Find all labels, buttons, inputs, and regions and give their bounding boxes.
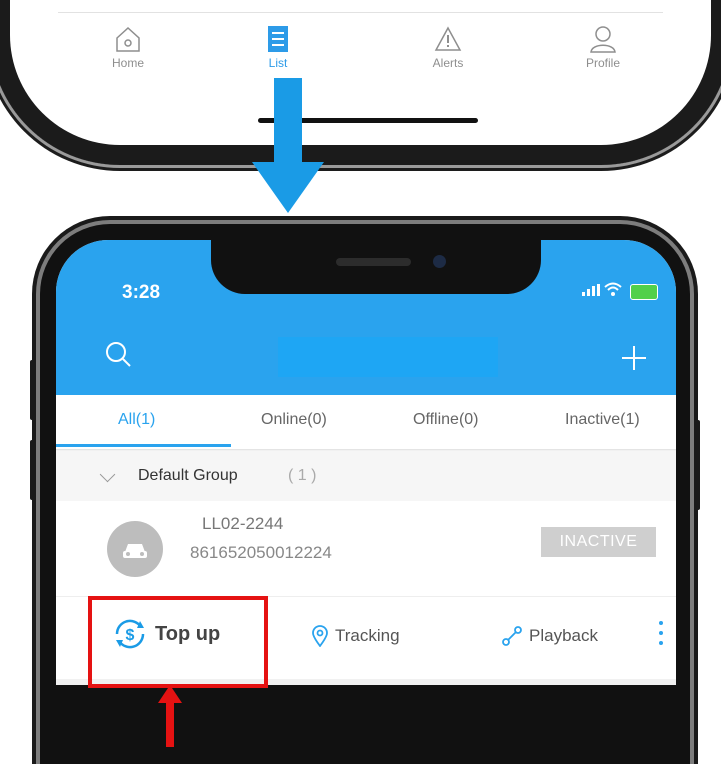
vehicle-plate: LL02-2244 <box>202 514 284 533</box>
tabbar-divider <box>58 12 663 13</box>
battery-icon <box>630 284 658 301</box>
status-time: 3:28 <box>122 282 161 303</box>
tab-label: Profile <box>585 56 620 70</box>
power-button <box>694 420 700 510</box>
chevron-down-icon <box>99 466 116 483</box>
active-tab-indicator <box>56 444 231 447</box>
tab-alerts[interactable]: Alerts <box>408 24 488 70</box>
app-header: 3:28 <box>56 240 676 395</box>
vehicle-avatar <box>107 521 163 577</box>
status-icons <box>582 282 658 301</box>
more-options-icon[interactable] <box>659 621 663 651</box>
search-icon[interactable] <box>104 340 132 368</box>
up-arrow-icon <box>158 685 182 747</box>
speaker <box>336 258 411 266</box>
vehicle-item[interactable]: LL02-2244 861652050012224 INACTIVE <box>56 501 676 596</box>
highlight-box <box>88 596 268 688</box>
home-icon <box>116 26 140 52</box>
tab-home[interactable]: Home <box>88 24 168 70</box>
status-badge: INACTIVE <box>541 527 656 557</box>
status-tabs: All(1) Online(0) Offline(0) Inactive(1) <box>56 395 676 450</box>
tab-profile[interactable]: Profile <box>563 24 643 70</box>
tracking-button[interactable]: Tracking <box>311 625 400 647</box>
vehicle-imei: 861652050012224 <box>190 543 332 562</box>
tab-online[interactable]: Online(0) <box>261 411 327 429</box>
tab-label: Alerts <box>432 56 464 70</box>
list-icon <box>268 26 288 52</box>
playback-label: Playback <box>529 626 598 645</box>
volume-button <box>30 440 36 500</box>
playback-button[interactable]: Playback <box>501 625 598 647</box>
location-pin-icon <box>312 625 328 647</box>
route-icon <box>502 626 522 646</box>
down-arrow-icon <box>252 78 324 213</box>
redacted-title <box>278 337 498 377</box>
group-name: Default Group <box>138 467 238 484</box>
tab-label: List <box>268 56 288 70</box>
add-icon[interactable] <box>622 346 646 370</box>
camera <box>433 255 446 268</box>
top-phone-screen: Home List Alerts Profile <box>58 0 663 135</box>
notch <box>211 240 541 294</box>
alert-icon <box>434 26 462 51</box>
volume-button <box>30 360 36 420</box>
tab-label: Home <box>111 56 144 70</box>
group-count: ( 1 ) <box>288 467 317 484</box>
tab-list[interactable]: List <box>238 24 318 70</box>
tab-offline[interactable]: Offline(0) <box>413 411 479 429</box>
profile-icon <box>590 26 616 53</box>
tracking-label: Tracking <box>335 626 400 645</box>
tab-inactive[interactable]: Inactive(1) <box>565 411 640 429</box>
group-header[interactable]: Default Group ( 1 ) <box>56 451 676 501</box>
car-icon <box>123 544 147 558</box>
wifi-icon <box>604 282 622 296</box>
signal-icon <box>582 284 601 296</box>
tab-all[interactable]: All(1) <box>118 411 155 429</box>
